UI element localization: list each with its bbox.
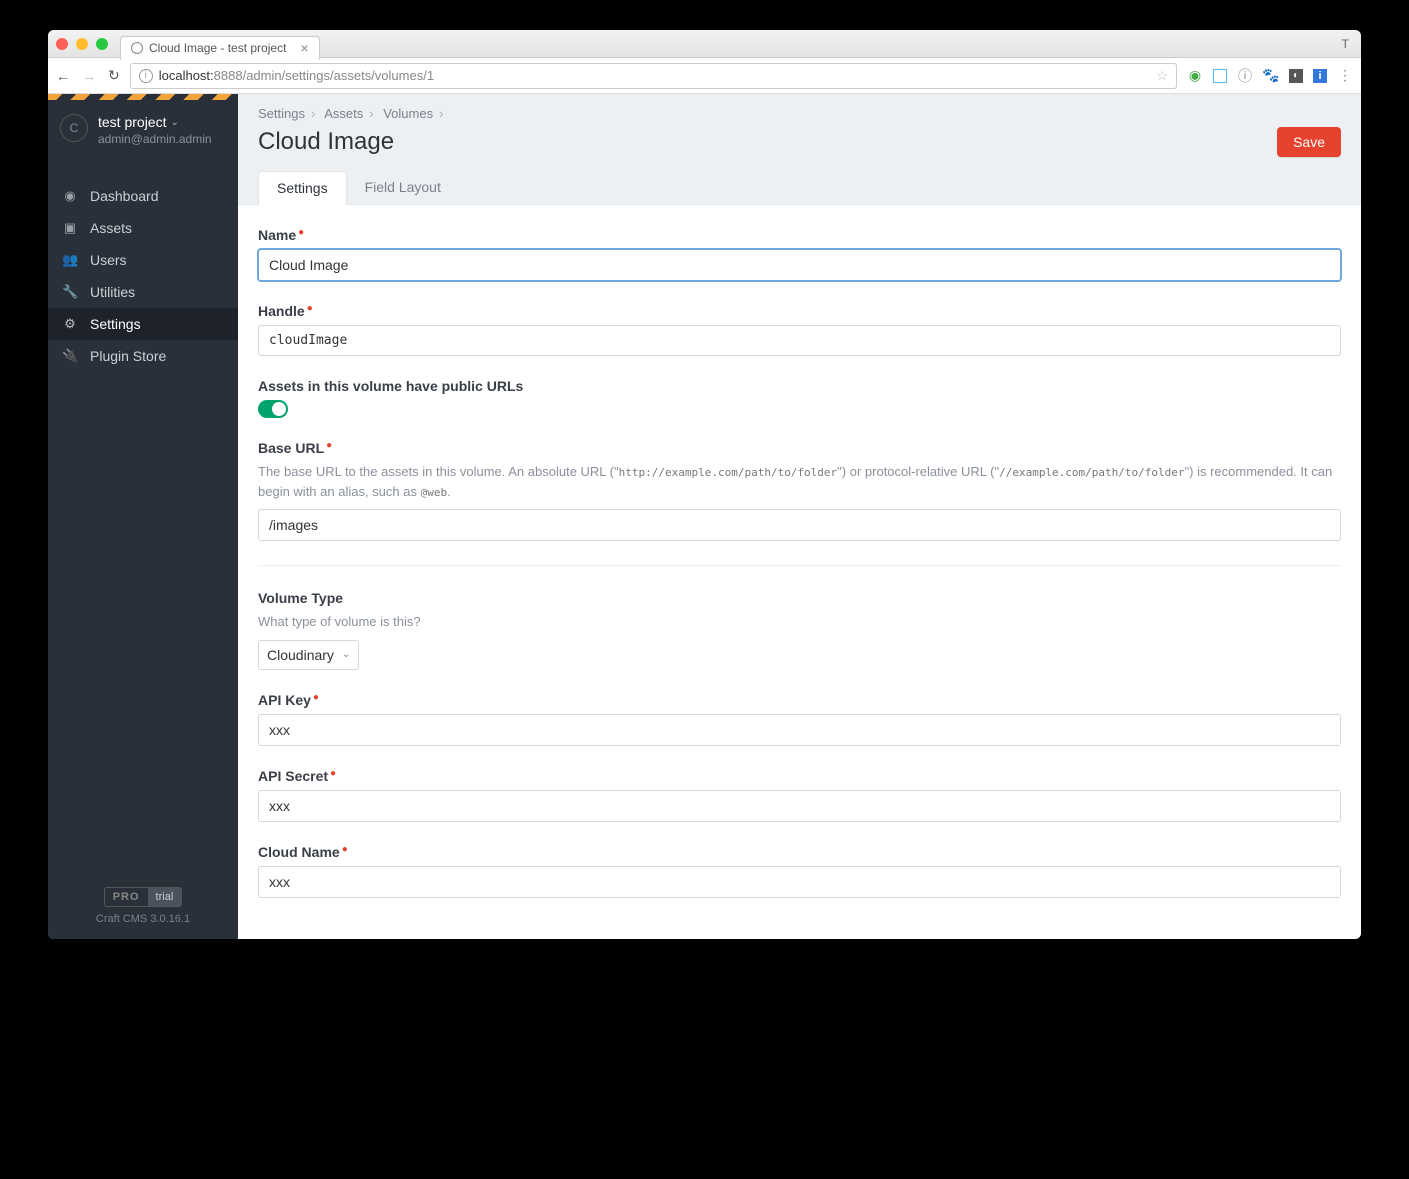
project-email: admin@admin.admin [98, 132, 212, 146]
sidebar-item-label: Dashboard [90, 188, 159, 204]
divider [258, 565, 1341, 566]
plug-icon: 🔌 [62, 348, 78, 364]
required-icon: ● [298, 227, 304, 238]
required-icon: ● [342, 844, 348, 855]
api-secret-label: API Secret [258, 768, 328, 784]
wrench-icon: 🔧 [62, 284, 78, 300]
window-minimize-icon[interactable] [76, 38, 88, 50]
sidebar-item-settings[interactable]: ⚙ Settings [48, 308, 238, 340]
ext-icon-2[interactable] [1213, 69, 1227, 83]
base-url-help: The base URL to the assets in this volum… [258, 462, 1341, 501]
handle-label: Handle [258, 303, 305, 319]
users-icon: 👥 [62, 252, 78, 268]
volume-type-help: What type of volume is this? [258, 612, 1341, 632]
sidebar-item-utilities[interactable]: 🔧 Utilities [48, 276, 238, 308]
tab-title: Cloud Image - test project [149, 41, 286, 55]
extension-icons: ◉ ⓘ 🐾 ◐ i ⋮ [1187, 68, 1353, 84]
project-avatar: C [60, 114, 88, 142]
base-url-label: Base URL [258, 440, 324, 456]
gear-icon: ⚙ [62, 316, 78, 332]
tab-field-layout[interactable]: Field Layout [347, 171, 459, 204]
reload-icon[interactable]: ↻ [108, 67, 120, 84]
tabs: Settings Field Layout [238, 171, 1361, 204]
name-label: Name [258, 227, 296, 243]
name-input[interactable] [258, 249, 1341, 281]
url-host: localhost: [159, 68, 214, 83]
ext-icon-6[interactable]: i [1313, 69, 1327, 83]
api-secret-input[interactable] [258, 790, 1341, 822]
save-button[interactable]: Save [1277, 127, 1341, 157]
cloud-name-label: Cloud Name [258, 844, 340, 860]
profile-badge[interactable]: T [1342, 37, 1349, 51]
sidebar-item-label: Plugin Store [90, 348, 166, 364]
sidebar-item-plugin-store[interactable]: 🔌 Plugin Store [48, 340, 238, 372]
sidebar-item-dashboard[interactable]: ◉ Dashboard [48, 180, 238, 212]
browser-titlebar: Cloud Image - test project × T [48, 30, 1361, 58]
sidebar-item-label: Utilities [90, 284, 135, 300]
sidebar-item-assets[interactable]: ▣ Assets [48, 212, 238, 244]
globe-icon [131, 42, 143, 54]
bookmark-star-icon[interactable]: ☆ [1156, 68, 1168, 84]
browser-tab[interactable]: Cloud Image - test project × [120, 36, 320, 60]
chevron-down-icon: ⌄ [170, 117, 178, 128]
tab-settings[interactable]: Settings [258, 171, 347, 205]
breadcrumb-assets[interactable]: Assets [324, 106, 363, 121]
public-urls-toggle[interactable] [258, 400, 288, 418]
cloud-name-input[interactable] [258, 866, 1341, 898]
project-name: test project [98, 114, 166, 130]
pro-trial-badge: PRO trial [104, 887, 183, 907]
image-icon: ▣ [62, 220, 78, 236]
api-key-input[interactable] [258, 714, 1341, 746]
window-close-icon[interactable] [56, 38, 68, 50]
ext-icon-5[interactable]: ◐ [1289, 69, 1303, 83]
window-zoom-icon[interactable] [96, 38, 108, 50]
sidebar-item-label: Users [90, 252, 127, 268]
base-url-input[interactable] [258, 509, 1341, 541]
ext-icon-1[interactable]: ◉ [1187, 68, 1203, 84]
dashboard-icon: ◉ [62, 188, 78, 204]
public-urls-label: Assets in this volume have public URLs [258, 378, 523, 394]
breadcrumb-volumes[interactable]: Volumes [383, 106, 433, 121]
breadcrumb: Settings› Assets› Volumes› [258, 106, 449, 121]
required-icon: ● [313, 692, 319, 703]
forward-icon[interactable]: → [82, 68, 96, 84]
api-key-label: API Key [258, 692, 311, 708]
required-icon: ● [326, 440, 332, 451]
trial-label: trial [148, 888, 182, 906]
volume-type-select[interactable]: Cloudinary ⌄ [258, 640, 359, 670]
project-header[interactable]: C test project ⌄ admin@admin.admin [48, 100, 238, 160]
address-bar[interactable]: i localhost:8888/admin/settings/assets/v… [130, 63, 1177, 89]
sidebar-item-label: Assets [90, 220, 132, 236]
url-path: 8888/admin/settings/assets/volumes/1 [214, 68, 434, 83]
ext-icon-3[interactable]: ⓘ [1237, 68, 1253, 84]
sidebar: C test project ⌄ admin@admin.admin ◉ Dashb… [48, 94, 238, 939]
site-info-icon[interactable]: i [139, 69, 153, 83]
handle-input[interactable] [258, 325, 1341, 356]
page-title: Cloud Image [258, 128, 394, 156]
volume-type-label: Volume Type [258, 590, 343, 606]
sidebar-item-users[interactable]: 👥 Users [48, 244, 238, 276]
browser-toolbar: ← → ↻ i localhost:8888/admin/settings/as… [48, 58, 1361, 94]
close-icon[interactable]: × [300, 40, 308, 56]
pro-label: PRO [105, 888, 148, 906]
version-label: Craft CMS 3.0.16.1 [62, 913, 224, 925]
breadcrumb-settings[interactable]: Settings [258, 106, 305, 121]
chevron-down-icon: ⌄ [342, 649, 350, 660]
volume-type-value: Cloudinary [267, 647, 334, 663]
required-icon: ● [307, 303, 313, 314]
required-icon: ● [330, 768, 336, 779]
back-icon[interactable]: ← [56, 68, 70, 84]
sidebar-item-label: Settings [90, 316, 141, 332]
ext-icon-4[interactable]: 🐾 [1263, 68, 1279, 84]
menu-icon[interactable]: ⋮ [1337, 68, 1353, 84]
